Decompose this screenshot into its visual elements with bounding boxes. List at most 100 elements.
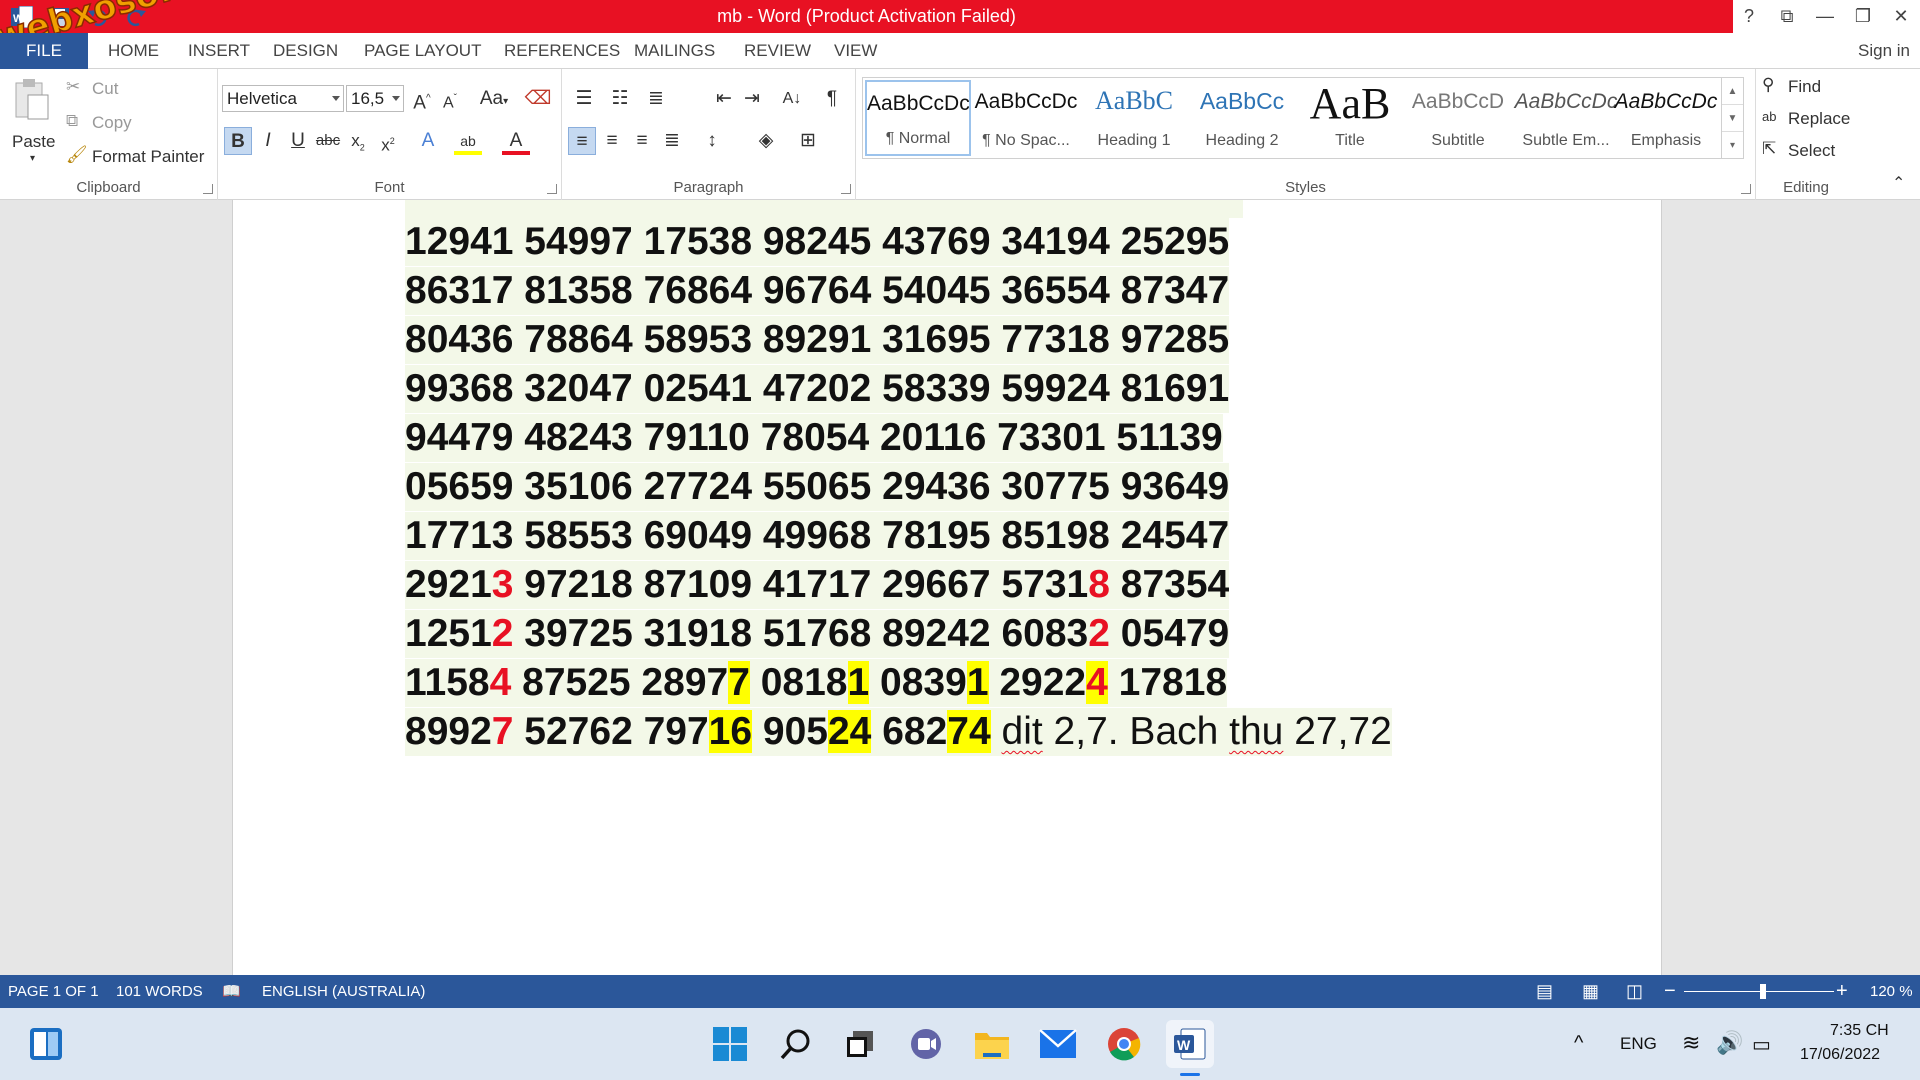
paragraph-dialog-launcher-icon[interactable] [841, 184, 851, 194]
word-taskbar-icon[interactable]: W [1166, 1020, 1214, 1068]
tab-design[interactable]: DESIGN [273, 33, 338, 69]
word-count[interactable]: 101 WORDS [116, 975, 203, 1008]
clock-date[interactable]: 17/06/2022 [1800, 1046, 1880, 1064]
tab-review[interactable]: REVIEW [744, 33, 811, 69]
text-effects-icon[interactable]: A [414, 127, 442, 155]
chrome-icon[interactable] [1100, 1020, 1148, 1068]
clear-formatting-icon[interactable]: ⌫ [524, 85, 552, 113]
styles-dialog-launcher-icon[interactable] [1741, 184, 1751, 194]
paste-button[interactable]: Paste ▾ [6, 77, 58, 167]
replace-button[interactable]: ab Replace [1762, 107, 1862, 131]
print-layout-icon[interactable]: ▦ [1582, 975, 1599, 1008]
page-count[interactable]: PAGE 1 OF 1 [8, 975, 99, 1008]
chevron-up-icon[interactable]: ^ [1574, 1032, 1583, 1055]
tab-mailings[interactable]: MAILINGS [634, 33, 715, 69]
shading-icon[interactable]: ◈ [752, 127, 780, 155]
copy-button[interactable]: ⧉ Copy [66, 111, 206, 135]
superscript-icon[interactable]: x2 [374, 127, 402, 155]
select-button[interactable]: ⇱ Select [1762, 139, 1852, 163]
close-button[interactable]: ✕ [1882, 6, 1920, 27]
task-view-icon[interactable] [836, 1020, 884, 1068]
zoom-in-icon[interactable]: + [1836, 975, 1848, 1008]
restore-button[interactable]: ❐ [1844, 6, 1882, 27]
ribbon-display-options-button[interactable]: ⧉ [1768, 6, 1806, 27]
gallery-more-icon[interactable]: ▾ [1722, 132, 1743, 159]
document-page[interactable]: 12941 54997 17538 98245 43769 34194 2529… [232, 200, 1662, 975]
align-right-icon[interactable]: ≡ [628, 127, 656, 155]
scissors-icon: ✂ [66, 77, 81, 96]
volume-icon[interactable]: 🔊 [1716, 1030, 1743, 1056]
underline-icon[interactable]: U [284, 127, 312, 155]
line-spacing-icon[interactable]: ↕ [698, 127, 726, 155]
input-language[interactable]: ENG [1620, 1034, 1657, 1054]
style-title[interactable]: AaB Title [1297, 79, 1403, 156]
style-subtitle[interactable]: AaBbCcD Subtitle [1405, 80, 1511, 156]
minimize-button[interactable]: — [1806, 6, 1844, 27]
gallery-down-icon[interactable]: ▼ [1722, 105, 1743, 132]
bold-icon[interactable]: B [224, 127, 252, 155]
format-painter-button[interactable]: 🖌 Format Painter [66, 145, 216, 169]
search-icon[interactable] [772, 1020, 820, 1068]
doc-line-2: 86317 81358 76864 96764 54045 36554 8734… [405, 267, 1230, 315]
chevron-down-icon [392, 96, 400, 101]
borders-icon[interactable]: ⊞ [794, 127, 822, 155]
align-left-icon[interactable]: ≡ [568, 127, 596, 155]
font-dialog-launcher-icon[interactable] [547, 184, 557, 194]
style-subtle-emphasis[interactable]: AaBbCcDc Subtle Em... [1513, 80, 1619, 156]
style-heading-2[interactable]: AaBbCc Heading 2 [1189, 80, 1295, 156]
teams-chat-icon[interactable] [902, 1020, 950, 1068]
help-button[interactable]: ? [1730, 6, 1768, 27]
tab-view[interactable]: VIEW [834, 33, 877, 69]
battery-icon[interactable]: ▭ [1752, 1032, 1771, 1057]
style-emphasis[interactable]: AaBbCcDc Emphasis [1613, 80, 1719, 156]
numbering-icon[interactable]: ☷ [606, 85, 634, 113]
tab-home[interactable]: HOME [108, 33, 159, 69]
multilevel-list-icon[interactable]: ≣ [642, 85, 670, 113]
tab-page-layout[interactable]: PAGE LAYOUT [364, 33, 481, 69]
read-mode-icon[interactable]: ▤ [1536, 975, 1553, 1008]
status-bar: PAGE 1 OF 1 101 WORDS 📖 ENGLISH (AUSTRAL… [0, 975, 1920, 1008]
zoom-slider-thumb[interactable] [1759, 984, 1766, 999]
collapse-ribbon-icon[interactable]: ⌃ [1892, 173, 1905, 193]
font-color-icon[interactable]: A [502, 127, 530, 155]
font-size-combo[interactable]: 16,5 [346, 85, 404, 112]
mail-icon[interactable] [1034, 1020, 1082, 1068]
bullets-icon[interactable]: ☰ [570, 85, 598, 113]
font-name-combo[interactable]: Helvetica [222, 85, 344, 112]
tab-file[interactable]: FILE [0, 33, 88, 69]
web-layout-icon[interactable]: ◫ [1626, 975, 1643, 1008]
widgets-icon[interactable] [22, 1020, 70, 1068]
text-run: 0839 [869, 661, 967, 704]
italic-icon[interactable]: I [254, 127, 282, 155]
style-heading-1[interactable]: AaBbC Heading 1 [1081, 80, 1187, 156]
gallery-up-icon[interactable]: ▲ [1722, 78, 1743, 105]
language-indicator[interactable]: ENGLISH (AUSTRALIA) [262, 975, 425, 1008]
increase-indent-icon[interactable]: ⇥ [738, 85, 766, 113]
decrease-indent-icon[interactable]: ⇤ [710, 85, 738, 113]
clipboard-dialog-launcher-icon[interactable] [203, 184, 213, 194]
find-button[interactable]: ⚲ Find [1762, 75, 1852, 99]
shrink-font-icon[interactable]: Aˇ [436, 85, 464, 113]
show-formatting-marks-icon[interactable]: ¶ [818, 85, 846, 113]
style-no-spacing[interactable]: AaBbCcDc ¶ No Spac... [973, 80, 1079, 156]
sort-icon[interactable]: A↓ [778, 85, 806, 113]
sign-in-link[interactable]: Sign in [1858, 33, 1910, 69]
subscript-icon[interactable]: x2 [344, 127, 372, 155]
proofing-icon[interactable]: 📖 [222, 975, 241, 1008]
align-center-icon[interactable]: ≡ [598, 127, 626, 155]
style-normal[interactable]: AaBbCcDc ¶ Normal [865, 80, 971, 156]
file-explorer-icon[interactable] [968, 1020, 1016, 1068]
strikethrough-icon[interactable]: abc [314, 127, 342, 155]
highlight-color-icon[interactable]: ab [454, 127, 482, 155]
clock-time[interactable]: 7:35 CH [1830, 1022, 1889, 1040]
tab-insert[interactable]: INSERT [188, 33, 250, 69]
start-icon[interactable] [706, 1020, 754, 1068]
grow-font-icon[interactable]: A^ [408, 85, 436, 113]
change-case-button[interactable]: Aa▾ [474, 85, 514, 113]
tab-references[interactable]: REFERENCES [504, 33, 620, 69]
zoom-out-icon[interactable]: − [1664, 975, 1676, 1008]
wifi-icon[interactable]: ≋ [1682, 1030, 1700, 1056]
cut-button[interactable]: ✂ Cut [66, 77, 206, 101]
justify-icon[interactable]: ≣ [658, 127, 686, 155]
zoom-level[interactable]: 120 % [1870, 975, 1913, 1008]
